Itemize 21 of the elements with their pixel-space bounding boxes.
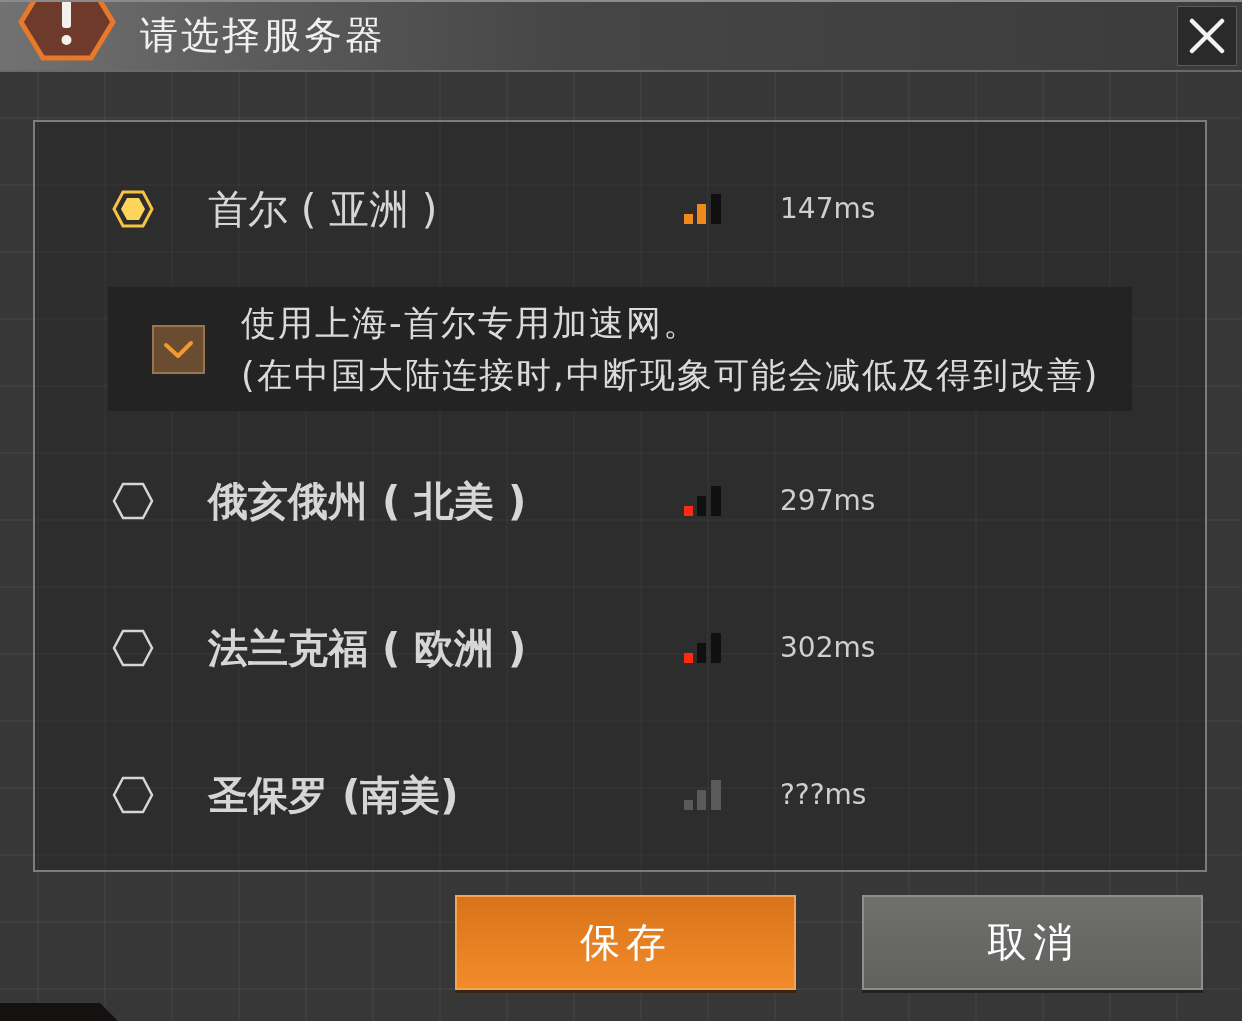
ping-text: 147ms — [780, 191, 876, 226]
cancel-button[interactable]: 取消 — [862, 895, 1203, 990]
radio-button[interactable] — [112, 628, 154, 667]
option-label: 使用上海-首尔专用加速网。 — [241, 302, 700, 345]
server-name: 首尔 ( 亚洲 ) — [208, 184, 438, 233]
radio-button[interactable] — [112, 481, 154, 520]
server-name: 俄亥俄州 ( 北美 ) — [208, 476, 527, 525]
radio-button[interactable] — [112, 775, 154, 814]
ping-text: 302ms — [780, 630, 876, 665]
save-button[interactable]: 保存 — [455, 895, 796, 990]
dialog-title: 请选择服务器 — [140, 13, 386, 59]
option-note: (在中国大陆连接时,中断现象可能会减低及得到改善) — [241, 354, 1100, 397]
close-button[interactable] — [1177, 6, 1237, 66]
close-icon — [1189, 18, 1225, 54]
ping-text: ???ms — [780, 777, 867, 812]
ping-text: 297ms — [780, 483, 876, 518]
server-name: 法兰克福 ( 欧洲 ) — [208, 623, 527, 672]
radio-button[interactable] — [112, 189, 154, 228]
warning-icon — [18, 2, 116, 62]
checkbox[interactable] — [152, 324, 205, 374]
server-name: 圣保罗 (南美) — [208, 770, 459, 819]
